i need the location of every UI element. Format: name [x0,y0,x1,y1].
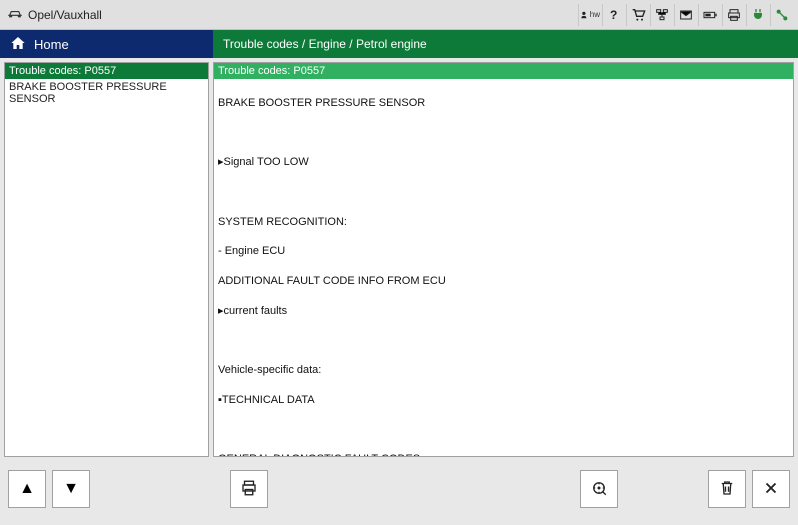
detail-title: Trouble codes: P0557 [214,63,793,79]
mail-icon[interactable] [674,4,696,26]
print-icon [240,479,258,500]
list-item[interactable]: Trouble codes: P0557 BRAKE BOOSTER PRESS… [5,63,208,107]
person-icon[interactable]: hw [578,4,600,26]
codes-list-pane: Trouble codes: P0557 BRAKE BOOSTER PRESS… [4,62,209,457]
battery-icon[interactable] [698,4,720,26]
car-icon [6,6,24,23]
network-icon[interactable] [650,4,672,26]
print-button[interactable] [230,470,268,508]
home-icon [10,35,26,54]
signal-line: ▸Signal TOO LOW [218,155,789,170]
connection-icon[interactable] [770,4,792,26]
hw-label: hw [590,10,600,19]
diagnose-button[interactable] [580,470,618,508]
close-button[interactable] [752,470,790,508]
add-info-label: ADDITIONAL FAULT CODE INFO FROM ECU [218,274,789,289]
delete-button[interactable] [708,470,746,508]
veh-data-label: Vehicle-specific data: [218,363,789,378]
detail-pane: Trouble codes: P0557 BRAKE BOOSTER PRESS… [213,62,794,457]
up-button[interactable]: ▲ [8,470,46,508]
list-item-subtitle: BRAKE BOOSTER PRESSURE SENSOR [5,79,208,107]
down-button[interactable]: ▼ [52,470,90,508]
svg-text:?: ? [610,8,617,22]
help-icon[interactable]: ? [602,4,624,26]
sys-rec-label: SYSTEM RECOGNITION: [218,215,789,230]
trash-icon [718,479,736,500]
up-arrow-icon: ▲ [19,480,35,498]
breadcrumb: Trouble codes / Engine / Petrol engine [213,30,798,58]
veh-data-item: ▪TECHNICAL DATA [218,393,789,408]
close-icon [762,479,780,500]
sys-rec-item: - Engine ECU [218,244,789,259]
home-button[interactable]: Home [0,30,213,58]
gen-codes: GENERAL DIAGNOSTIC FAULT CODES [218,452,789,457]
footer-toolbar: ▲ ▼ [0,461,798,517]
detail-body: BRAKE BOOSTER PRESSURE SENSOR ▸Signal TO… [214,79,793,457]
top-bar: Opel/Vauxhall hw ? [0,0,798,30]
content-area: Trouble codes: P0557 BRAKE BOOSTER PRESS… [0,58,798,461]
detail-heading: BRAKE BOOSTER PRESSURE SENSOR [218,96,789,111]
down-arrow-icon: ▼ [63,480,79,498]
cart-icon[interactable] [626,4,648,26]
home-label: Home [34,37,69,52]
topbar-left: Opel/Vauxhall [6,6,578,23]
topbar-right: hw ? [578,4,792,26]
vehicle-brand-label: Opel/Vauxhall [28,8,102,22]
diagnose-icon [590,479,608,500]
breadcrumb-text: Trouble codes / Engine / Petrol engine [223,37,427,51]
add-info-item: ▸current faults [218,304,789,319]
print-top-icon[interactable] [722,4,744,26]
list-item-title: Trouble codes: P0557 [5,63,208,79]
nav-bar: Home Trouble codes / Engine / Petrol eng… [0,30,798,58]
plug-icon[interactable] [746,4,768,26]
